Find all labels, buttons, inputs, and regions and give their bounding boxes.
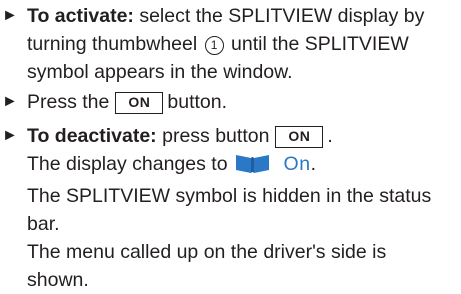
- on-button-icon: ON: [275, 126, 324, 148]
- bullet-icon: ►: [2, 7, 18, 24]
- deactivate-heading: To deactivate:: [27, 125, 157, 147]
- on-button-icon: ON: [115, 92, 164, 114]
- menu-text-2: shown.: [27, 269, 89, 291]
- step-activate: ► To activate: select the SPLITVIEW displ…: [0, 2, 458, 86]
- activate-text: select the SPLITVIEW display by: [133, 5, 425, 27]
- bullet-icon: ►: [2, 127, 18, 144]
- step-activate-line-1: ► To activate: select the SPLITVIEW displ…: [0, 2, 458, 30]
- step-deactivate-line-2: The display changes to On.: [0, 150, 458, 182]
- activate-text-2: turning thumbwheel: [27, 33, 198, 55]
- step-deactivate-line-5: The menu called up on the driver's side …: [0, 238, 458, 266]
- menu-text: The menu called up on the driver's side …: [27, 241, 387, 263]
- bullet-icon: ►: [2, 93, 18, 110]
- step-deactivate-line-3: The SPLITVIEW symbol is hidden in the st…: [0, 182, 458, 210]
- step-press-on: ► Press the ON button.: [0, 88, 458, 116]
- press-text-end: button.: [167, 91, 228, 113]
- activate-heading: To activate:: [27, 5, 134, 27]
- step-deactivate-line-4: bar.: [0, 210, 458, 238]
- status-bar-text: The SPLITVIEW symbol is hidden in the st…: [27, 185, 432, 207]
- display-changes-end: .: [310, 153, 316, 175]
- splitview-book-icon: [234, 152, 272, 182]
- activate-text-2-end: until the SPLITVIEW: [225, 33, 409, 55]
- press-text: Press the: [27, 91, 110, 113]
- deactivate-text-end: .: [327, 125, 333, 147]
- display-changes-text: The display changes to: [27, 153, 228, 175]
- step-deactivate: ► To deactivate: press button ON. The disp…: [0, 122, 458, 294]
- thumbwheel-number-1-icon: 1: [204, 36, 224, 55]
- step-activate-line-3: symbol appears in the window.: [0, 58, 458, 86]
- display-on-text: On: [283, 153, 311, 175]
- status-bar-text-2: bar.: [27, 213, 60, 235]
- step-deactivate-line-1: ► To deactivate: press button ON.: [0, 122, 458, 150]
- step-deactivate-line-6: shown.: [0, 266, 458, 294]
- deactivate-text: press button: [156, 125, 270, 147]
- activate-text-3: symbol appears in the window.: [27, 61, 293, 83]
- step-press-on-line: ► Press the ON button.: [0, 88, 458, 116]
- step-activate-line-2: turning thumbwheel 1 until the SPLITVIEW: [0, 30, 458, 58]
